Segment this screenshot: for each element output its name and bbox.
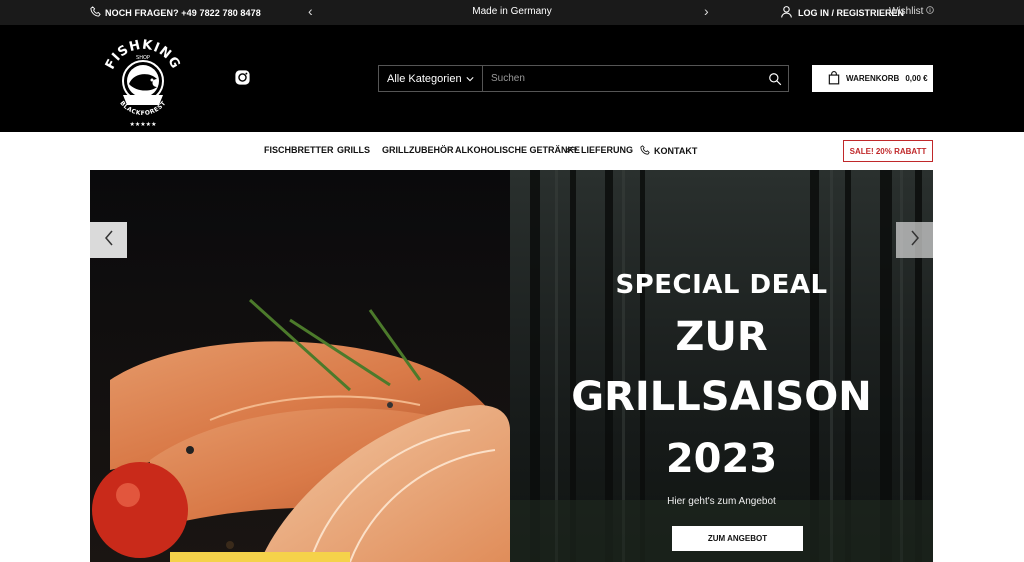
nav-item-lieferung[interactable]: LIEFERUNG — [566, 145, 633, 155]
nav-item-label: FISCHBRETTER — [264, 145, 334, 155]
hero-deal-label: SPECIAL DEAL — [615, 270, 828, 300]
chevron-down-icon — [466, 73, 474, 85]
hero-headline-line2: GRILLSAISON — [571, 374, 872, 420]
hero-headline-year: 2023 — [665, 436, 778, 482]
delivery-icon — [566, 145, 578, 155]
shopping-bag-icon — [828, 70, 840, 87]
cart-label: WARENKORB — [846, 74, 900, 83]
site-header: FISHKING SHOP BLACKFOREST ★★★★★ Alle Kat… — [0, 25, 1024, 132]
chevron-right-icon — [910, 230, 920, 251]
hero-subtitle: Hier geht's zum Angebot — [667, 496, 776, 507]
nav-item-fischbretter[interactable]: FISCHBRETTER — [264, 145, 334, 155]
nav-item-grillzubehoer[interactable]: GRILLZUBEHÖR — [382, 145, 454, 155]
top-bar: NOCH FRAGEN? +49 7822 780 8478 ‹ Made in… — [0, 0, 1024, 25]
wishlist-link[interactable]: Wishlist — [889, 6, 935, 17]
phone-icon — [90, 6, 101, 19]
hero-headline-line1: ZUR — [675, 314, 768, 360]
svg-text:★★★★★: ★★★★★ — [130, 121, 157, 128]
category-select-label: Alle Kategorien — [387, 72, 462, 85]
hero-slider: SPECIAL DEAL ZUR GRILLSAISON 2023 Hier g… — [90, 170, 933, 562]
user-icon — [780, 5, 793, 20]
promo-prev-arrow[interactable]: ‹ — [308, 4, 313, 18]
category-select[interactable]: Alle Kategorien — [379, 66, 483, 91]
login-link[interactable]: LOG IN / REGISTRIEREN — [780, 5, 904, 20]
nav-item-label: ALKOHOLISCHE GETRÄNKE — [455, 145, 581, 155]
wishlist-label: Wishlist — [889, 6, 924, 17]
info-icon — [926, 6, 935, 17]
nav-item-label: GRILLS — [337, 145, 370, 155]
phone-contact[interactable]: NOCH FRAGEN? +49 7822 780 8478 — [90, 6, 261, 19]
chevron-left-icon — [104, 230, 114, 251]
search-bar: Alle Kategorien — [378, 65, 789, 92]
nav-item-kontakt[interactable]: KONTAKT — [640, 145, 697, 157]
forest-image: SPECIAL DEAL ZUR GRILLSAISON 2023 Hier g… — [510, 170, 933, 562]
nav-item-grills[interactable]: GRILLS — [337, 145, 370, 155]
salmon-image — [90, 170, 510, 562]
nav-item-label: LIEFERUNG — [581, 145, 634, 155]
sale-button[interactable]: SALE! 20% RABATT — [843, 140, 933, 162]
search-input[interactable] — [483, 66, 762, 91]
cart-amount: 0,00 € — [905, 74, 928, 83]
nav-item-label: GRILLZUBEHÖR — [382, 145, 454, 155]
search-icon[interactable] — [762, 66, 788, 91]
nav-item-alkoholische-getraenke[interactable]: ALKOHOLISCHE GETRÄNKE — [455, 145, 580, 155]
phone-icon — [640, 145, 650, 157]
fishking-logo[interactable]: FISHKING SHOP BLACKFOREST ★★★★★ — [93, 29, 193, 129]
offer-button[interactable]: ZUM ANGEBOT — [672, 526, 803, 551]
slider-prev-button[interactable] — [90, 222, 127, 258]
promo-next-arrow[interactable]: › — [704, 4, 709, 18]
cart-button[interactable]: WARENKORB 0,00 € — [812, 65, 933, 92]
phone-label: NOCH FRAGEN? +49 7822 780 8478 — [105, 7, 261, 18]
nav-item-label: KONTAKT — [654, 146, 698, 156]
slider-next-button[interactable] — [896, 222, 933, 258]
instagram-icon[interactable] — [234, 69, 251, 86]
